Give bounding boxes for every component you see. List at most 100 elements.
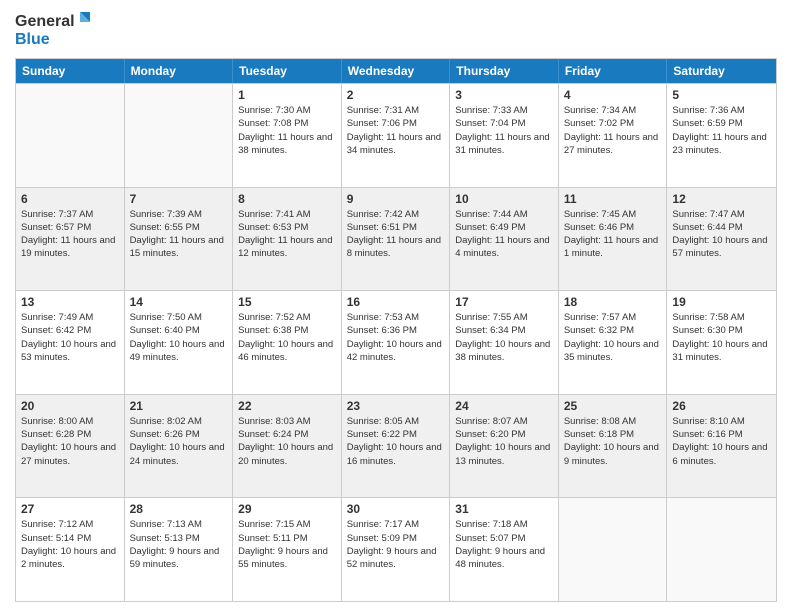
cell-day-number: 20: [21, 399, 119, 413]
svg-text:General: General: [15, 13, 75, 30]
cell-info: Sunrise: 7:34 AM Sunset: 7:02 PM Dayligh…: [564, 104, 662, 157]
page-header: GeneralBlue: [15, 10, 777, 50]
day-header-sunday: Sunday: [16, 59, 125, 83]
cell-day-number: 29: [238, 502, 336, 516]
cell-info: Sunrise: 7:17 AM Sunset: 5:09 PM Dayligh…: [347, 518, 445, 571]
calendar-body: 1 Sunrise: 7:30 AM Sunset: 7:08 PM Daylig…: [16, 83, 776, 601]
day-header-tuesday: Tuesday: [233, 59, 342, 83]
calendar-row-2: 13 Sunrise: 7:49 AM Sunset: 6:42 PM Dayli…: [16, 290, 776, 394]
calendar-page: GeneralBlue SundayMondayTuesdayWednesday…: [0, 0, 792, 612]
calendar-cell-3-0: 20 Sunrise: 8:00 AM Sunset: 6:28 PM Dayli…: [16, 395, 125, 498]
cell-day-number: 6: [21, 192, 119, 206]
calendar-row-4: 27 Sunrise: 7:12 AM Sunset: 5:14 PM Dayli…: [16, 497, 776, 601]
calendar-cell-3-3: 23 Sunrise: 8:05 AM Sunset: 6:22 PM Dayli…: [342, 395, 451, 498]
cell-day-number: 1: [238, 88, 336, 102]
calendar-cell-1-6: 12 Sunrise: 7:47 AM Sunset: 6:44 PM Dayli…: [667, 188, 776, 291]
calendar-cell-2-4: 17 Sunrise: 7:55 AM Sunset: 6:34 PM Dayli…: [450, 291, 559, 394]
cell-day-number: 31: [455, 502, 553, 516]
generalblue-logo: GeneralBlue: [15, 10, 95, 50]
cell-info: Sunrise: 7:55 AM Sunset: 6:34 PM Dayligh…: [455, 311, 553, 364]
calendar-cell-4-5: [559, 498, 668, 601]
cell-day-number: 14: [130, 295, 228, 309]
cell-day-number: 15: [238, 295, 336, 309]
cell-info: Sunrise: 8:08 AM Sunset: 6:18 PM Dayligh…: [564, 415, 662, 468]
calendar: SundayMondayTuesdayWednesdayThursdayFrid…: [15, 58, 777, 602]
day-header-friday: Friday: [559, 59, 668, 83]
cell-day-number: 25: [564, 399, 662, 413]
cell-info: Sunrise: 7:53 AM Sunset: 6:36 PM Dayligh…: [347, 311, 445, 364]
cell-info: Sunrise: 8:03 AM Sunset: 6:24 PM Dayligh…: [238, 415, 336, 468]
calendar-cell-3-2: 22 Sunrise: 8:03 AM Sunset: 6:24 PM Dayli…: [233, 395, 342, 498]
cell-day-number: 7: [130, 192, 228, 206]
calendar-cell-3-6: 26Sunrise: 8:10 AM Sunset: 6:16 PM Dayli…: [667, 395, 776, 498]
calendar-cell-0-0: [16, 84, 125, 187]
day-header-monday: Monday: [125, 59, 234, 83]
cell-day-number: 17: [455, 295, 553, 309]
day-header-saturday: Saturday: [667, 59, 776, 83]
calendar-row-1: 6Sunrise: 7:37 AM Sunset: 6:57 PM Daylig…: [16, 187, 776, 291]
cell-day-number: 18: [564, 295, 662, 309]
cell-day-number: 9: [347, 192, 445, 206]
cell-day-number: 11: [564, 192, 662, 206]
cell-day-number: 22: [238, 399, 336, 413]
calendar-cell-2-1: 14 Sunrise: 7:50 AM Sunset: 6:40 PM Dayli…: [125, 291, 234, 394]
cell-info: Sunrise: 7:47 AM Sunset: 6:44 PM Dayligh…: [672, 208, 771, 261]
cell-info: Sunrise: 7:12 AM Sunset: 5:14 PM Dayligh…: [21, 518, 119, 571]
calendar-cell-0-5: 4 Sunrise: 7:34 AM Sunset: 7:02 PM Daylig…: [559, 84, 668, 187]
cell-day-number: 28: [130, 502, 228, 516]
cell-info: Sunrise: 7:42 AM Sunset: 6:51 PM Dayligh…: [347, 208, 445, 261]
cell-info: Sunrise: 7:45 AM Sunset: 6:46 PM Dayligh…: [564, 208, 662, 261]
cell-day-number: 30: [347, 502, 445, 516]
cell-info: Sunrise: 7:44 AM Sunset: 6:49 PM Dayligh…: [455, 208, 553, 261]
cell-day-number: 3: [455, 88, 553, 102]
calendar-cell-4-2: 29 Sunrise: 7:15 AM Sunset: 5:11 PM Dayli…: [233, 498, 342, 601]
calendar-header: SundayMondayTuesdayWednesdayThursdayFrid…: [16, 59, 776, 83]
cell-info: Sunrise: 7:58 AM Sunset: 6:30 PM Dayligh…: [672, 311, 771, 364]
calendar-cell-1-1: 7 Sunrise: 7:39 AM Sunset: 6:55 PM Daylig…: [125, 188, 234, 291]
cell-info: Sunrise: 8:10 AM Sunset: 6:16 PM Dayligh…: [672, 415, 771, 468]
cell-info: Sunrise: 7:39 AM Sunset: 6:55 PM Dayligh…: [130, 208, 228, 261]
cell-info: Sunrise: 7:41 AM Sunset: 6:53 PM Dayligh…: [238, 208, 336, 261]
cell-day-number: 8: [238, 192, 336, 206]
cell-info: Sunrise: 7:31 AM Sunset: 7:06 PM Dayligh…: [347, 104, 445, 157]
cell-info: Sunrise: 8:05 AM Sunset: 6:22 PM Dayligh…: [347, 415, 445, 468]
cell-day-number: 27: [21, 502, 119, 516]
calendar-row-0: 1 Sunrise: 7:30 AM Sunset: 7:08 PM Daylig…: [16, 83, 776, 187]
cell-info: Sunrise: 7:30 AM Sunset: 7:08 PM Dayligh…: [238, 104, 336, 157]
calendar-cell-3-5: 25 Sunrise: 8:08 AM Sunset: 6:18 PM Dayli…: [559, 395, 668, 498]
svg-text:Blue: Blue: [15, 31, 50, 48]
cell-day-number: 10: [455, 192, 553, 206]
calendar-cell-1-3: 9 Sunrise: 7:42 AM Sunset: 6:51 PM Daylig…: [342, 188, 451, 291]
calendar-cell-4-0: 27 Sunrise: 7:12 AM Sunset: 5:14 PM Dayli…: [16, 498, 125, 601]
cell-info: Sunrise: 8:00 AM Sunset: 6:28 PM Dayligh…: [21, 415, 119, 468]
cell-day-number: 23: [347, 399, 445, 413]
calendar-cell-2-5: 18 Sunrise: 7:57 AM Sunset: 6:32 PM Dayli…: [559, 291, 668, 394]
cell-info: Sunrise: 7:36 AM Sunset: 6:59 PM Dayligh…: [672, 104, 771, 157]
calendar-cell-1-2: 8 Sunrise: 7:41 AM Sunset: 6:53 PM Daylig…: [233, 188, 342, 291]
calendar-cell-4-3: 30 Sunrise: 7:17 AM Sunset: 5:09 PM Dayli…: [342, 498, 451, 601]
calendar-cell-0-2: 1 Sunrise: 7:30 AM Sunset: 7:08 PM Daylig…: [233, 84, 342, 187]
logo: GeneralBlue: [15, 10, 95, 50]
calendar-cell-2-3: 16Sunrise: 7:53 AM Sunset: 6:36 PM Dayli…: [342, 291, 451, 394]
cell-info: Sunrise: 7:15 AM Sunset: 5:11 PM Dayligh…: [238, 518, 336, 571]
calendar-cell-3-1: 21Sunrise: 8:02 AM Sunset: 6:26 PM Dayli…: [125, 395, 234, 498]
calendar-cell-4-1: 28Sunrise: 7:13 AM Sunset: 5:13 PM Dayli…: [125, 498, 234, 601]
calendar-cell-0-1: [125, 84, 234, 187]
cell-info: Sunrise: 7:49 AM Sunset: 6:42 PM Dayligh…: [21, 311, 119, 364]
cell-day-number: 12: [672, 192, 771, 206]
calendar-cell-1-4: 10 Sunrise: 7:44 AM Sunset: 6:49 PM Dayli…: [450, 188, 559, 291]
cell-info: Sunrise: 7:18 AM Sunset: 5:07 PM Dayligh…: [455, 518, 553, 571]
calendar-cell-0-3: 2Sunrise: 7:31 AM Sunset: 7:06 PM Daylig…: [342, 84, 451, 187]
calendar-cell-1-5: 11 Sunrise: 7:45 AM Sunset: 6:46 PM Dayli…: [559, 188, 668, 291]
cell-day-number: 4: [564, 88, 662, 102]
calendar-cell-0-6: 5 Sunrise: 7:36 AM Sunset: 6:59 PM Daylig…: [667, 84, 776, 187]
cell-day-number: 13: [21, 295, 119, 309]
cell-info: Sunrise: 7:33 AM Sunset: 7:04 PM Dayligh…: [455, 104, 553, 157]
calendar-cell-1-0: 6Sunrise: 7:37 AM Sunset: 6:57 PM Daylig…: [16, 188, 125, 291]
calendar-cell-4-6: [667, 498, 776, 601]
calendar-cell-2-0: 13 Sunrise: 7:49 AM Sunset: 6:42 PM Dayli…: [16, 291, 125, 394]
calendar-row-3: 20 Sunrise: 8:00 AM Sunset: 6:28 PM Dayli…: [16, 394, 776, 498]
cell-info: Sunrise: 7:50 AM Sunset: 6:40 PM Dayligh…: [130, 311, 228, 364]
cell-info: Sunrise: 7:57 AM Sunset: 6:32 PM Dayligh…: [564, 311, 662, 364]
cell-day-number: 5: [672, 88, 771, 102]
